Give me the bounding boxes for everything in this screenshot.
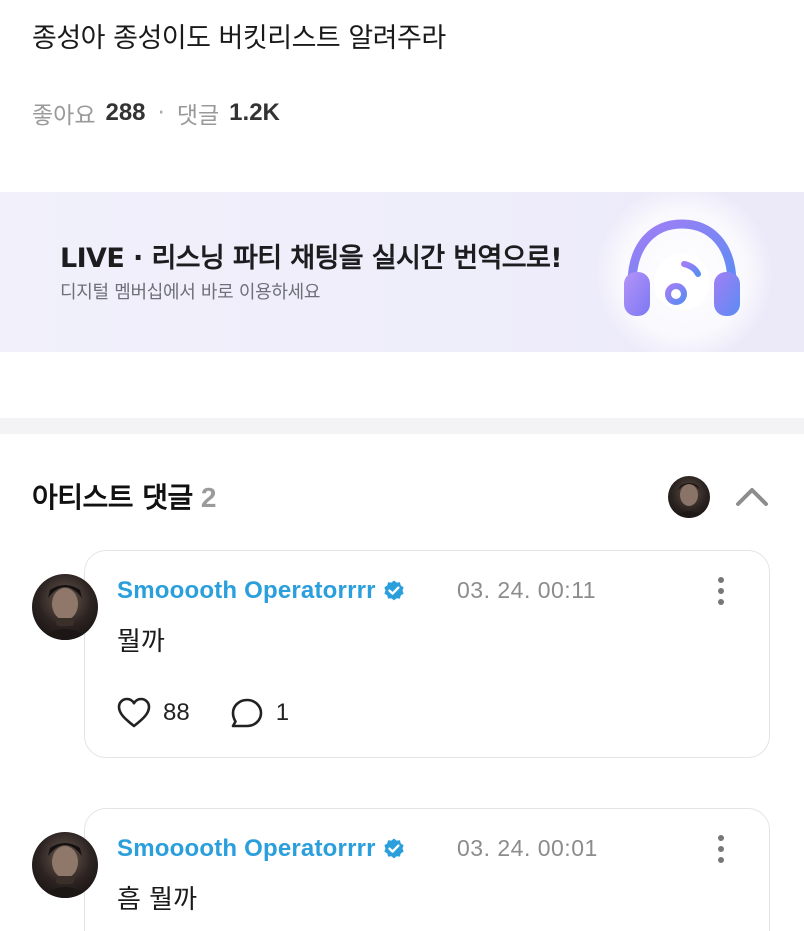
comment-card: Smooooth Operatorrrr 03. 24. 00:11 뭘까 88	[84, 550, 770, 758]
reply-count: 1	[275, 699, 290, 726]
avatar-portrait	[674, 483, 704, 518]
comment-author[interactable]: Smooooth Operatorrrr	[117, 577, 406, 605]
comment-actions: 88 1	[117, 697, 329, 729]
comment-author[interactable]: Smooooth Operatorrrr	[117, 835, 406, 863]
artist-comments-label: 아티스트 댓글	[32, 481, 193, 514]
headphones-music-icon	[624, 219, 740, 316]
avatar-portrait	[40, 585, 90, 640]
likes-count: 288	[105, 99, 146, 126]
artist-comments-title: 아티스트 댓글 2	[32, 476, 216, 516]
author-name[interactable]: Smooooth Operatorrrr	[117, 577, 376, 605]
section-divider	[0, 418, 804, 434]
comment-item: Smooooth Operatorrrr 03. 24. 00:01 흠 뭘까	[0, 808, 804, 931]
artist-avatar[interactable]	[668, 476, 710, 518]
reply-bubble-icon	[231, 698, 263, 728]
comment-item: Smooooth Operatorrrr 03. 24. 00:11 뭘까 88	[0, 550, 804, 760]
post-stats: 좋아요 288 · 댓글 1.2K	[32, 96, 280, 130]
promo-banner[interactable]: LIVE · 리스닝 파티 채팅을 실시간 번역으로! 디지털 멤버십에서 바로…	[0, 192, 804, 352]
comment-timestamp: 03. 24. 00:11	[457, 577, 597, 603]
more-options-icon[interactable]	[711, 831, 731, 867]
artist-comments-count: 2	[200, 482, 217, 513]
verified-badge-icon	[384, 580, 404, 601]
reply-button[interactable]: 1	[230, 697, 289, 729]
author-name[interactable]: Smooooth Operatorrrr	[117, 835, 376, 863]
banner-title: LIVE · 리스닝 파티 채팅을 실시간 번역으로!	[60, 243, 563, 274]
comment-text: 흠 뭘까	[117, 885, 198, 915]
avatar-portrait	[40, 843, 90, 898]
likes-label: 좋아요	[32, 103, 96, 129]
stats-separator: ·	[157, 100, 165, 126]
like-count: 88	[163, 699, 190, 726]
comment-text: 뭘까	[117, 627, 165, 657]
comment-timestamp: 03. 24. 00:01	[457, 835, 598, 861]
heart-icon	[117, 697, 151, 728]
more-options-icon[interactable]	[711, 573, 731, 609]
like-button[interactable]: 88	[117, 697, 190, 729]
collapse-chevron-icon[interactable]	[730, 478, 774, 518]
comments-count[interactable]: 1.2K	[229, 99, 280, 127]
post-title: 종성아 종성이도 버킷리스트 알려주라	[32, 23, 446, 54]
banner-subtitle: 디지털 멤버십에서 바로 이용하세요	[60, 282, 321, 303]
comments-label[interactable]: 댓글	[177, 96, 219, 130]
comment-author-avatar[interactable]	[32, 832, 98, 898]
verified-badge-icon	[384, 838, 404, 859]
comment-author-avatar[interactable]	[32, 574, 98, 640]
comment-card: Smooooth Operatorrrr 03. 24. 00:01 흠 뭘까	[84, 808, 770, 931]
